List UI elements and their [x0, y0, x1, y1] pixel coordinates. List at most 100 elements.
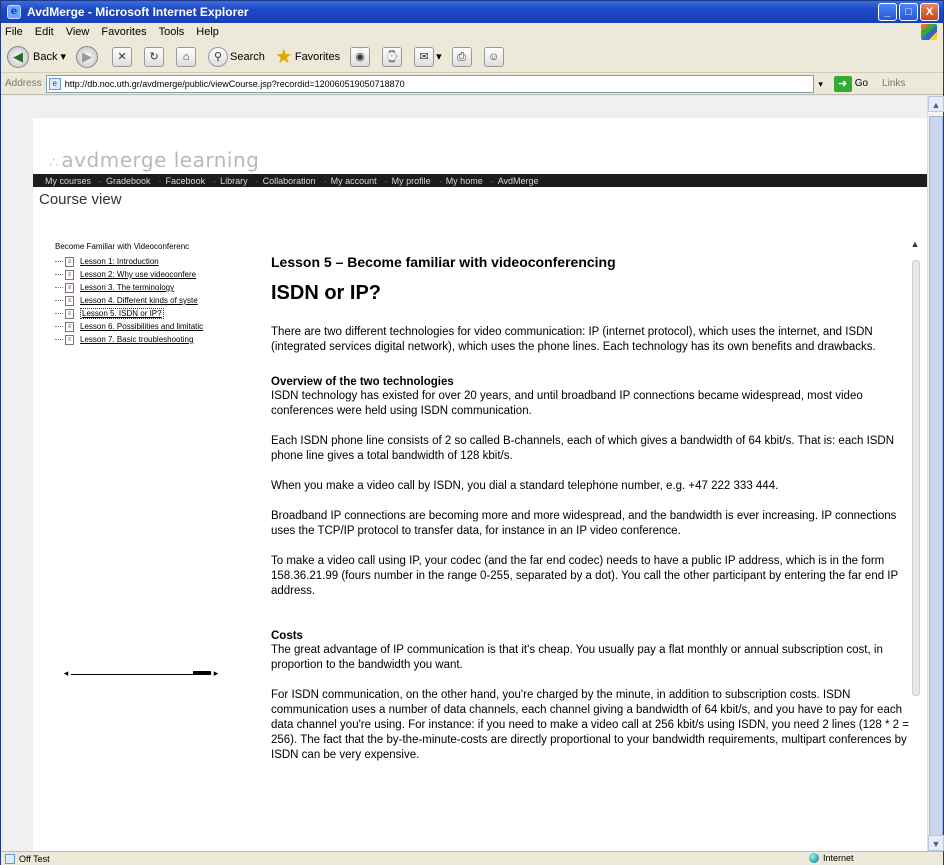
- mail-dropdown-icon: ▾: [436, 51, 442, 63]
- logo-dots-icon: ∴: [49, 155, 59, 171]
- history-button[interactable]: ⌚: [382, 46, 404, 67]
- maximize-button[interactable]: □: [899, 3, 918, 21]
- stop-icon: ✕: [112, 46, 133, 67]
- lesson-link[interactable]: Lesson 2: Why use videoconfere: [80, 270, 196, 279]
- article-heading: ISDN or IP?: [271, 282, 382, 304]
- favorites-button[interactable]: ★ Favorites: [275, 44, 340, 69]
- menu-favorites[interactable]: Favorites: [101, 26, 146, 38]
- address-url: http://db.noc.uth.gr/avdmerge/public/vie…: [64, 78, 405, 89]
- close-button[interactable]: X: [920, 3, 939, 21]
- nav-gradebook[interactable]: Gradebook: [106, 176, 151, 186]
- nav-separator: ·: [490, 175, 494, 186]
- search-button[interactable]: ⚲ Search: [208, 46, 265, 67]
- window-scroll-thumb[interactable]: [929, 116, 943, 846]
- nav-avdmerge[interactable]: AvdMerge: [498, 176, 539, 186]
- overview-paragraph-5: To make a video call using IP, your code…: [271, 555, 898, 597]
- refresh-icon: ↻: [144, 46, 165, 67]
- home-icon: ⌂: [176, 46, 197, 67]
- lesson-link[interactable]: Lesson 7. Basic troubleshooting: [80, 335, 193, 344]
- messenger-icon: ☺: [483, 46, 504, 67]
- menu-file[interactable]: File: [5, 26, 23, 38]
- stop-button[interactable]: ✕: [112, 46, 134, 67]
- content-scroll-thumb[interactable]: [912, 260, 920, 696]
- document-icon: ≡: [65, 256, 74, 267]
- refresh-button[interactable]: ↻: [144, 46, 166, 67]
- nav-collaboration[interactable]: Collaboration: [263, 176, 316, 186]
- nav-my-home[interactable]: My home: [446, 176, 483, 186]
- back-arrow-icon: ◀: [7, 45, 29, 68]
- scroll-left-icon[interactable]: ◂: [61, 667, 71, 679]
- go-arrow-icon[interactable]: ➜: [833, 75, 852, 92]
- links-button[interactable]: Links: [882, 78, 905, 89]
- page-status-icon: [5, 853, 15, 864]
- scroll-down-icon[interactable]: ▼: [928, 835, 944, 851]
- content-scrollbar[interactable]: ▲: [909, 238, 921, 838]
- lesson-link[interactable]: Lesson 1: Introduction: [80, 257, 159, 266]
- title-bar: e AvdMerge - Microsoft Internet Explorer…: [1, 1, 943, 23]
- lesson-link[interactable]: Lesson 3. The terminology: [80, 283, 174, 292]
- back-dropdown-icon[interactable]: ▾: [57, 50, 67, 63]
- tree-item[interactable]: ≡ Lesson 2: Why use videoconfere: [41, 268, 231, 281]
- menu-edit[interactable]: Edit: [35, 26, 54, 38]
- home-button[interactable]: ⌂: [176, 46, 198, 67]
- tree-item[interactable]: ≡ Lesson 7. Basic troubleshooting: [41, 333, 231, 346]
- status-text: Off Test: [19, 853, 50, 864]
- windows-logo-icon: [921, 24, 937, 40]
- menu-help[interactable]: Help: [196, 26, 219, 38]
- toolbar: ◀ Back ▾ ▶ ✕ ↻ ⌂ ⚲ Search ★ Favorites ◉ …: [1, 41, 943, 73]
- nav-separator: ·: [158, 175, 162, 186]
- scroll-right-icon[interactable]: ▸: [211, 667, 221, 679]
- scroll-track[interactable]: [71, 673, 193, 675]
- menu-tools[interactable]: Tools: [159, 26, 185, 38]
- site-nav: My courses · Gradebook · Facebook · Library…: [33, 174, 927, 187]
- page-viewport: ∴ avdmerge learning My courses · Gradebook…: [3, 96, 927, 851]
- page-icon: e: [48, 77, 61, 90]
- tree-item[interactable]: ≡ Lesson 1: Introduction: [41, 255, 231, 268]
- window-scrollbar[interactable]: ▲ ▼: [927, 96, 944, 851]
- tree-item[interactable]: ≡ Lesson 4. Different kinds of syste: [41, 294, 231, 307]
- minimize-button[interactable]: _: [878, 3, 897, 21]
- globe-icon: [809, 853, 819, 863]
- nav-library[interactable]: Library: [220, 176, 248, 186]
- history-icon: ⌚: [382, 46, 403, 67]
- print-icon: ⎙: [451, 46, 472, 67]
- mail-button[interactable]: ✉ ▾: [414, 46, 442, 67]
- tree-horizontal-scrollbar[interactable]: ◂ ▸: [61, 667, 221, 679]
- go-button[interactable]: Go: [855, 78, 868, 89]
- overview-heading: Overview of the two technologies: [271, 376, 454, 388]
- document-icon: ≡: [65, 295, 74, 306]
- print-button[interactable]: ⎙: [451, 46, 474, 67]
- tree-item-selected[interactable]: ≡ Lesson 5. ISDN or IP?: [41, 307, 231, 320]
- address-dropdown-icon[interactable]: ▾: [814, 75, 828, 93]
- security-zone: Internet: [809, 853, 854, 863]
- document-icon: ≡: [65, 269, 74, 280]
- forward-button[interactable]: ▶: [76, 45, 102, 68]
- menu-view[interactable]: View: [66, 26, 90, 38]
- tree-item[interactable]: ≡ Lesson 3. The terminology: [41, 281, 231, 294]
- scroll-up-icon[interactable]: ▲: [928, 96, 944, 112]
- forward-arrow-icon: ▶: [76, 45, 99, 68]
- nav-facebook[interactable]: Facebook: [166, 176, 206, 186]
- tree-item[interactable]: ≡ Lesson 6. Possibilities and limitatic: [41, 320, 231, 333]
- lesson-link[interactable]: Lesson 5. ISDN or IP?: [80, 308, 164, 319]
- scroll-thumb[interactable]: [193, 671, 211, 675]
- search-label: Search: [230, 50, 265, 63]
- status-bar: Off Test Internet: [1, 851, 943, 865]
- address-input[interactable]: e http://db.noc.uth.gr/avdmerge/public/v…: [45, 74, 814, 93]
- address-bar: Address e http://db.noc.uth.gr/avdmerge/…: [1, 73, 943, 95]
- messenger-button[interactable]: ☺: [483, 46, 506, 67]
- document-icon: ≡: [65, 334, 74, 345]
- lesson-link[interactable]: Lesson 4. Different kinds of syste: [80, 296, 198, 305]
- tree-root[interactable]: Become Familiar with Videoconferenc: [41, 242, 231, 251]
- back-button[interactable]: ◀ Back ▾: [7, 45, 67, 68]
- nav-separator: ·: [438, 175, 442, 186]
- media-button[interactable]: ◉: [350, 46, 372, 67]
- nav-my-profile[interactable]: My profile: [392, 176, 431, 186]
- nav-separator: ·: [323, 175, 327, 186]
- nav-my-account[interactable]: My account: [331, 176, 377, 186]
- lesson-tree: Become Familiar with Videoconferenc ≡ Les…: [41, 242, 231, 346]
- nav-my-courses[interactable]: My courses: [45, 176, 91, 186]
- lesson-link[interactable]: Lesson 6. Possibilities and limitatic: [80, 322, 203, 331]
- document-icon: ≡: [65, 282, 74, 293]
- scroll-up-icon[interactable]: ▲: [909, 238, 921, 250]
